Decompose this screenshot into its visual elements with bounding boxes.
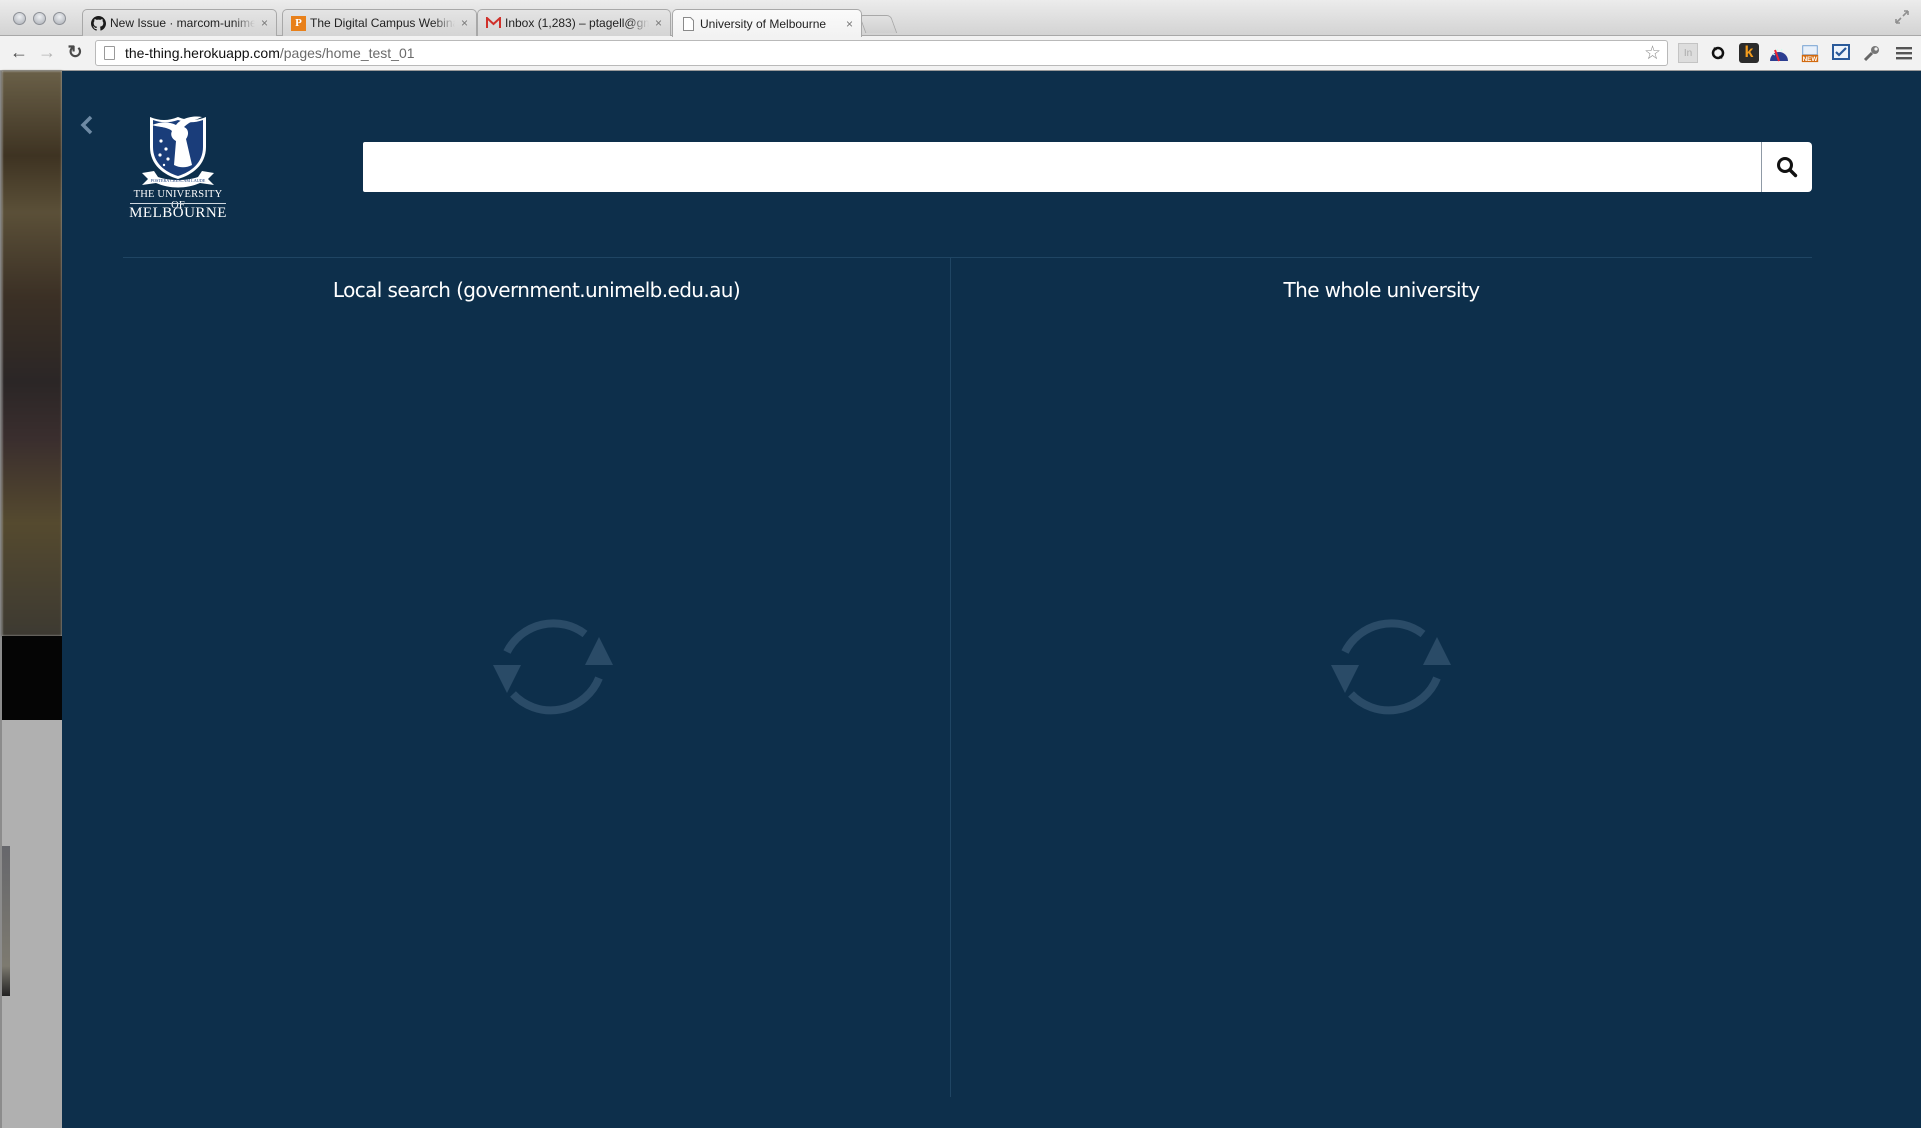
forward-button[interactable]: →	[36, 41, 58, 63]
tab-title: The Digital Campus Webinar	[310, 16, 455, 30]
search-input[interactable]	[363, 142, 1762, 192]
page-icon	[681, 16, 696, 31]
logo-rule	[130, 203, 226, 204]
tab-close-icon[interactable]: ×	[461, 16, 468, 30]
background-thumbnail	[2, 846, 10, 996]
loading-spinner-icon	[1331, 619, 1451, 715]
url-host: the-thing.herokuapp.com	[125, 45, 280, 61]
svg-text:NEW: NEW	[1803, 56, 1818, 63]
column-divider	[950, 258, 951, 1097]
search-button[interactable]	[1762, 142, 1812, 192]
reload-button[interactable]: ↻	[64, 41, 86, 63]
local-search-heading: Local search (government.unimelb.edu.au)	[332, 278, 741, 302]
new-tab-button[interactable]	[858, 15, 898, 33]
tab-digital-campus-webinar[interactable]: P The Digital Campus Webinar ×	[282, 9, 477, 36]
crest-icon: POSTERA CRESCAM LAUDE	[142, 116, 214, 188]
url-path: /pages/home_test_01	[279, 45, 415, 61]
menu-icon[interactable]	[1894, 43, 1914, 63]
tab-title: Inbox (1,283) – ptagell@gmail.com	[505, 16, 649, 30]
background-page-strip	[0, 71, 62, 1128]
search-bar	[363, 142, 1812, 192]
sync-icon[interactable]	[1708, 43, 1728, 63]
whole-university-heading: The whole university	[1283, 278, 1481, 302]
header-divider	[123, 257, 1812, 258]
collapse-chevron-left-icon[interactable]	[80, 115, 96, 137]
tab-gmail-inbox[interactable]: Inbox (1,283) – ptagell@gmail.com ×	[477, 9, 671, 36]
university-logo[interactable]: POSTERA CRESCAM LAUDE THE UNIVERSITY OF …	[128, 113, 228, 221]
tab-close-icon[interactable]: ×	[655, 16, 662, 30]
logo-text-line2: MELBOURNE	[129, 205, 227, 221]
svg-text:POSTERA CRESCAM LAUDE: POSTERA CRESCAM LAUDE	[151, 178, 206, 183]
tab-university-of-melbourne[interactable]: University of Melbourne ×	[672, 9, 862, 37]
window-minimize-button[interactable]	[33, 12, 46, 25]
tab-github-new-issue[interactable]: New Issue · marcom-unimelb ×	[82, 9, 277, 36]
window-zoom-button[interactable]	[53, 12, 66, 25]
background-photo	[2, 71, 62, 636]
checkbox-icon[interactable]	[1831, 43, 1851, 63]
page-icon	[104, 46, 115, 60]
tab-title: New Issue · marcom-unimelb	[110, 16, 255, 30]
loading-spinner-icon	[493, 619, 613, 715]
browser-toolbar: ← → ↻ the-thing.herokuapp.com/pages/home…	[0, 36, 1921, 71]
gmail-icon	[486, 16, 501, 31]
address-bar[interactable]: the-thing.herokuapp.com/pages/home_test_…	[95, 40, 1668, 66]
background-dark-band	[2, 636, 62, 720]
p-icon: P	[291, 15, 306, 31]
linkedin-icon[interactable]: In	[1678, 43, 1698, 63]
tab-close-icon[interactable]: ×	[261, 16, 268, 30]
github-icon	[91, 15, 106, 31]
tab-close-icon[interactable]: ×	[846, 17, 853, 31]
speed-gauge-icon[interactable]	[1769, 43, 1789, 63]
k-icon[interactable]: k	[1739, 43, 1759, 63]
wrench-icon[interactable]	[1862, 43, 1882, 63]
tab-title: University of Melbourne	[700, 16, 827, 31]
new-window-icon[interactable]: NEW	[1800, 43, 1820, 63]
bookmark-star-icon[interactable]: ☆	[1644, 42, 1661, 65]
fullscreen-icon[interactable]	[1893, 8, 1911, 26]
browser-tab-bar: New Issue · marcom-unimelb × P The Digit…	[0, 0, 1921, 37]
search-overlay: POSTERA CRESCAM LAUDE THE UNIVERSITY OF …	[62, 71, 1921, 1128]
back-button[interactable]: ←	[8, 41, 30, 63]
search-icon	[1777, 157, 1798, 178]
window-close-button[interactable]	[13, 12, 26, 25]
